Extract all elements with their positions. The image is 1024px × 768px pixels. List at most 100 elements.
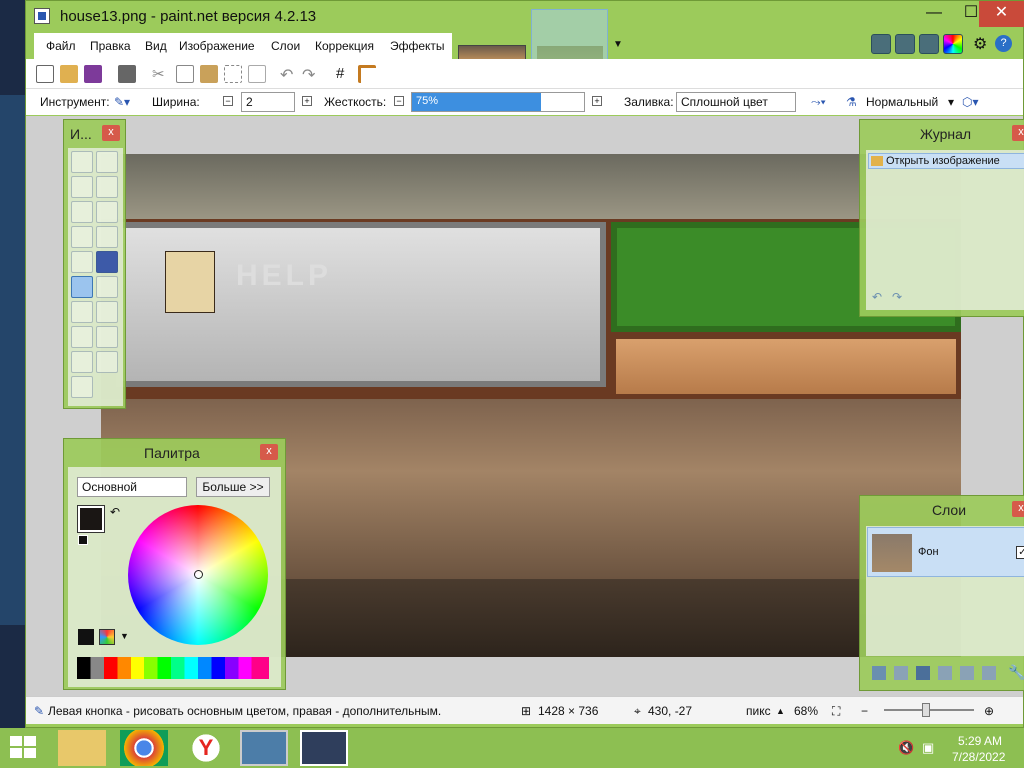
photos-icon[interactable] [240,730,288,766]
help-icon[interactable]: ? [995,35,1012,52]
swap-colors-icon[interactable]: ↶ [110,505,120,519]
zoom-out-icon[interactable]: − [861,704,868,718]
palette-mode-select[interactable]: Основной [77,477,187,497]
text-tool[interactable] [71,351,93,373]
history-redo-icon[interactable]: ↷ [892,290,902,304]
width-decrease-button[interactable]: − [223,96,233,106]
width-input[interactable]: 2 [241,92,295,112]
units-arrow-icon[interactable]: ▲ [776,706,785,716]
color-picker-tool[interactable] [96,301,118,323]
deselect-icon[interactable] [248,65,266,83]
start-button[interactable] [10,736,38,760]
title-bar[interactable]: house13.png - paint.net версия 4.2.13 ▼ … [26,1,1024,85]
redo-icon[interactable]: ↷ [302,65,320,84]
print-icon[interactable] [118,65,136,83]
layers-window-icon[interactable] [919,34,939,54]
open-file-icon[interactable] [60,65,78,83]
menu-adjustments[interactable]: Коррекция [315,39,374,53]
move-layer-down-icon[interactable] [982,666,996,680]
blend-mode-arrow[interactable]: ▾ [948,95,954,109]
layer-visibility-checkbox[interactable]: ✓ [1016,546,1024,559]
clone-stamp-tool[interactable] [71,326,93,348]
magic-wand-tool[interactable] [71,226,93,248]
zoom-in-icon[interactable]: ⊕ [984,704,994,718]
history-panel-close-button[interactable]: x [1012,125,1024,141]
ruler-icon[interactable] [358,65,376,83]
layer-properties-icon[interactable]: 🔧 [1008,664,1024,681]
cut-icon[interactable]: ✂ [152,65,170,83]
chrome-icon[interactable] [120,730,168,766]
menu-edit[interactable]: Правка [90,39,131,53]
palette-menu-icon[interactable] [99,629,115,645]
menu-layers[interactable]: Слои [271,39,300,53]
layer-item[interactable]: Фон ✓ [867,527,1024,577]
rectangle-select-tool[interactable] [71,151,93,173]
network-icon[interactable]: ▣ [922,740,934,756]
zoom-slider[interactable] [884,703,974,717]
paintnet-taskbar-icon[interactable] [300,730,348,766]
yandex-browser-icon[interactable]: Y [182,730,230,766]
save-icon[interactable] [84,65,102,83]
antialias-icon[interactable]: ⤳▾ [811,95,826,110]
menu-view[interactable]: Вид [145,39,167,53]
move-selection-outline-tool[interactable] [96,176,118,198]
line-curve-tool[interactable] [96,351,118,373]
history-window-icon[interactable] [895,34,915,54]
hardness-decrease-button[interactable]: − [394,96,404,106]
menu-file[interactable]: Файл [46,39,76,53]
move-selection-tool[interactable] [96,151,118,173]
brush-tool-icon[interactable]: ✎▾ [114,95,130,109]
tools-panel-close-button[interactable]: x [102,125,120,141]
grid-icon[interactable]: # [336,65,354,83]
eraser-tool[interactable] [96,276,118,298]
paste-icon[interactable] [200,65,218,83]
clock-time[interactable]: 5:29 AM [958,734,1002,748]
shapes-tool[interactable] [71,376,93,398]
minimize-button[interactable]: — [916,1,952,27]
blend-mode-select[interactable]: Нормальный [866,95,938,109]
palette-menu-arrow[interactable]: ▼ [120,631,129,641]
selection-quality-icon[interactable]: ⬡▾ [962,95,979,109]
move-layer-up-icon[interactable] [960,666,974,680]
close-button[interactable]: ✕ [979,1,1024,27]
ellipse-select-tool[interactable] [71,201,93,223]
menu-image[interactable]: Изображение [179,39,255,53]
more-button[interactable]: Больше >> [196,477,270,497]
zoom-fit-icon[interactable]: ⛶ [832,704,840,719]
copy-icon[interactable] [176,65,194,83]
hardness-slider[interactable]: 75% [411,92,585,112]
pencil-tool[interactable] [71,301,93,323]
duplicate-layer-icon[interactable] [916,666,930,680]
recolor-tool[interactable] [96,326,118,348]
lasso-select-tool[interactable] [71,176,93,198]
history-undo-icon[interactable]: ↶ [872,290,882,304]
fill-select[interactable]: Сплошной цвет [676,92,796,112]
layers-panel-close-button[interactable]: x [1012,501,1024,517]
zoom-tool[interactable] [96,201,118,223]
width-increase-button[interactable]: + [302,96,312,106]
zoom-slider-thumb[interactable] [922,703,930,717]
file-explorer-icon[interactable] [58,730,106,766]
paint-bucket-tool[interactable] [71,251,93,273]
paintbrush-tool[interactable] [71,276,93,298]
hardness-increase-button[interactable]: + [592,96,602,106]
gradient-tool[interactable] [96,251,118,273]
tabs-dropdown-icon[interactable]: ▼ [613,39,623,50]
volume-muted-icon[interactable]: 🔇 [898,740,914,756]
clock-date[interactable]: 7/28/2022 [952,750,1005,764]
history-item[interactable]: Открыть изображение [868,153,1024,169]
settings-gear-icon[interactable]: ⚙ [973,34,987,54]
menu-effects[interactable]: Эффекты [390,39,445,53]
add-color-icon[interactable] [78,629,94,645]
tools-window-icon[interactable] [871,34,891,54]
merge-layer-icon[interactable] [938,666,952,680]
palette-swatches[interactable] [77,657,269,679]
pan-tool[interactable] [96,226,118,248]
crop-icon[interactable] [224,65,242,83]
new-file-icon[interactable] [36,65,54,83]
palette-panel-close-button[interactable]: x [260,444,278,460]
delete-layer-icon[interactable] [894,666,908,680]
color-wheel-cursor[interactable] [194,570,203,579]
add-layer-icon[interactable] [872,666,886,680]
reset-colors-icon[interactable] [78,535,88,545]
